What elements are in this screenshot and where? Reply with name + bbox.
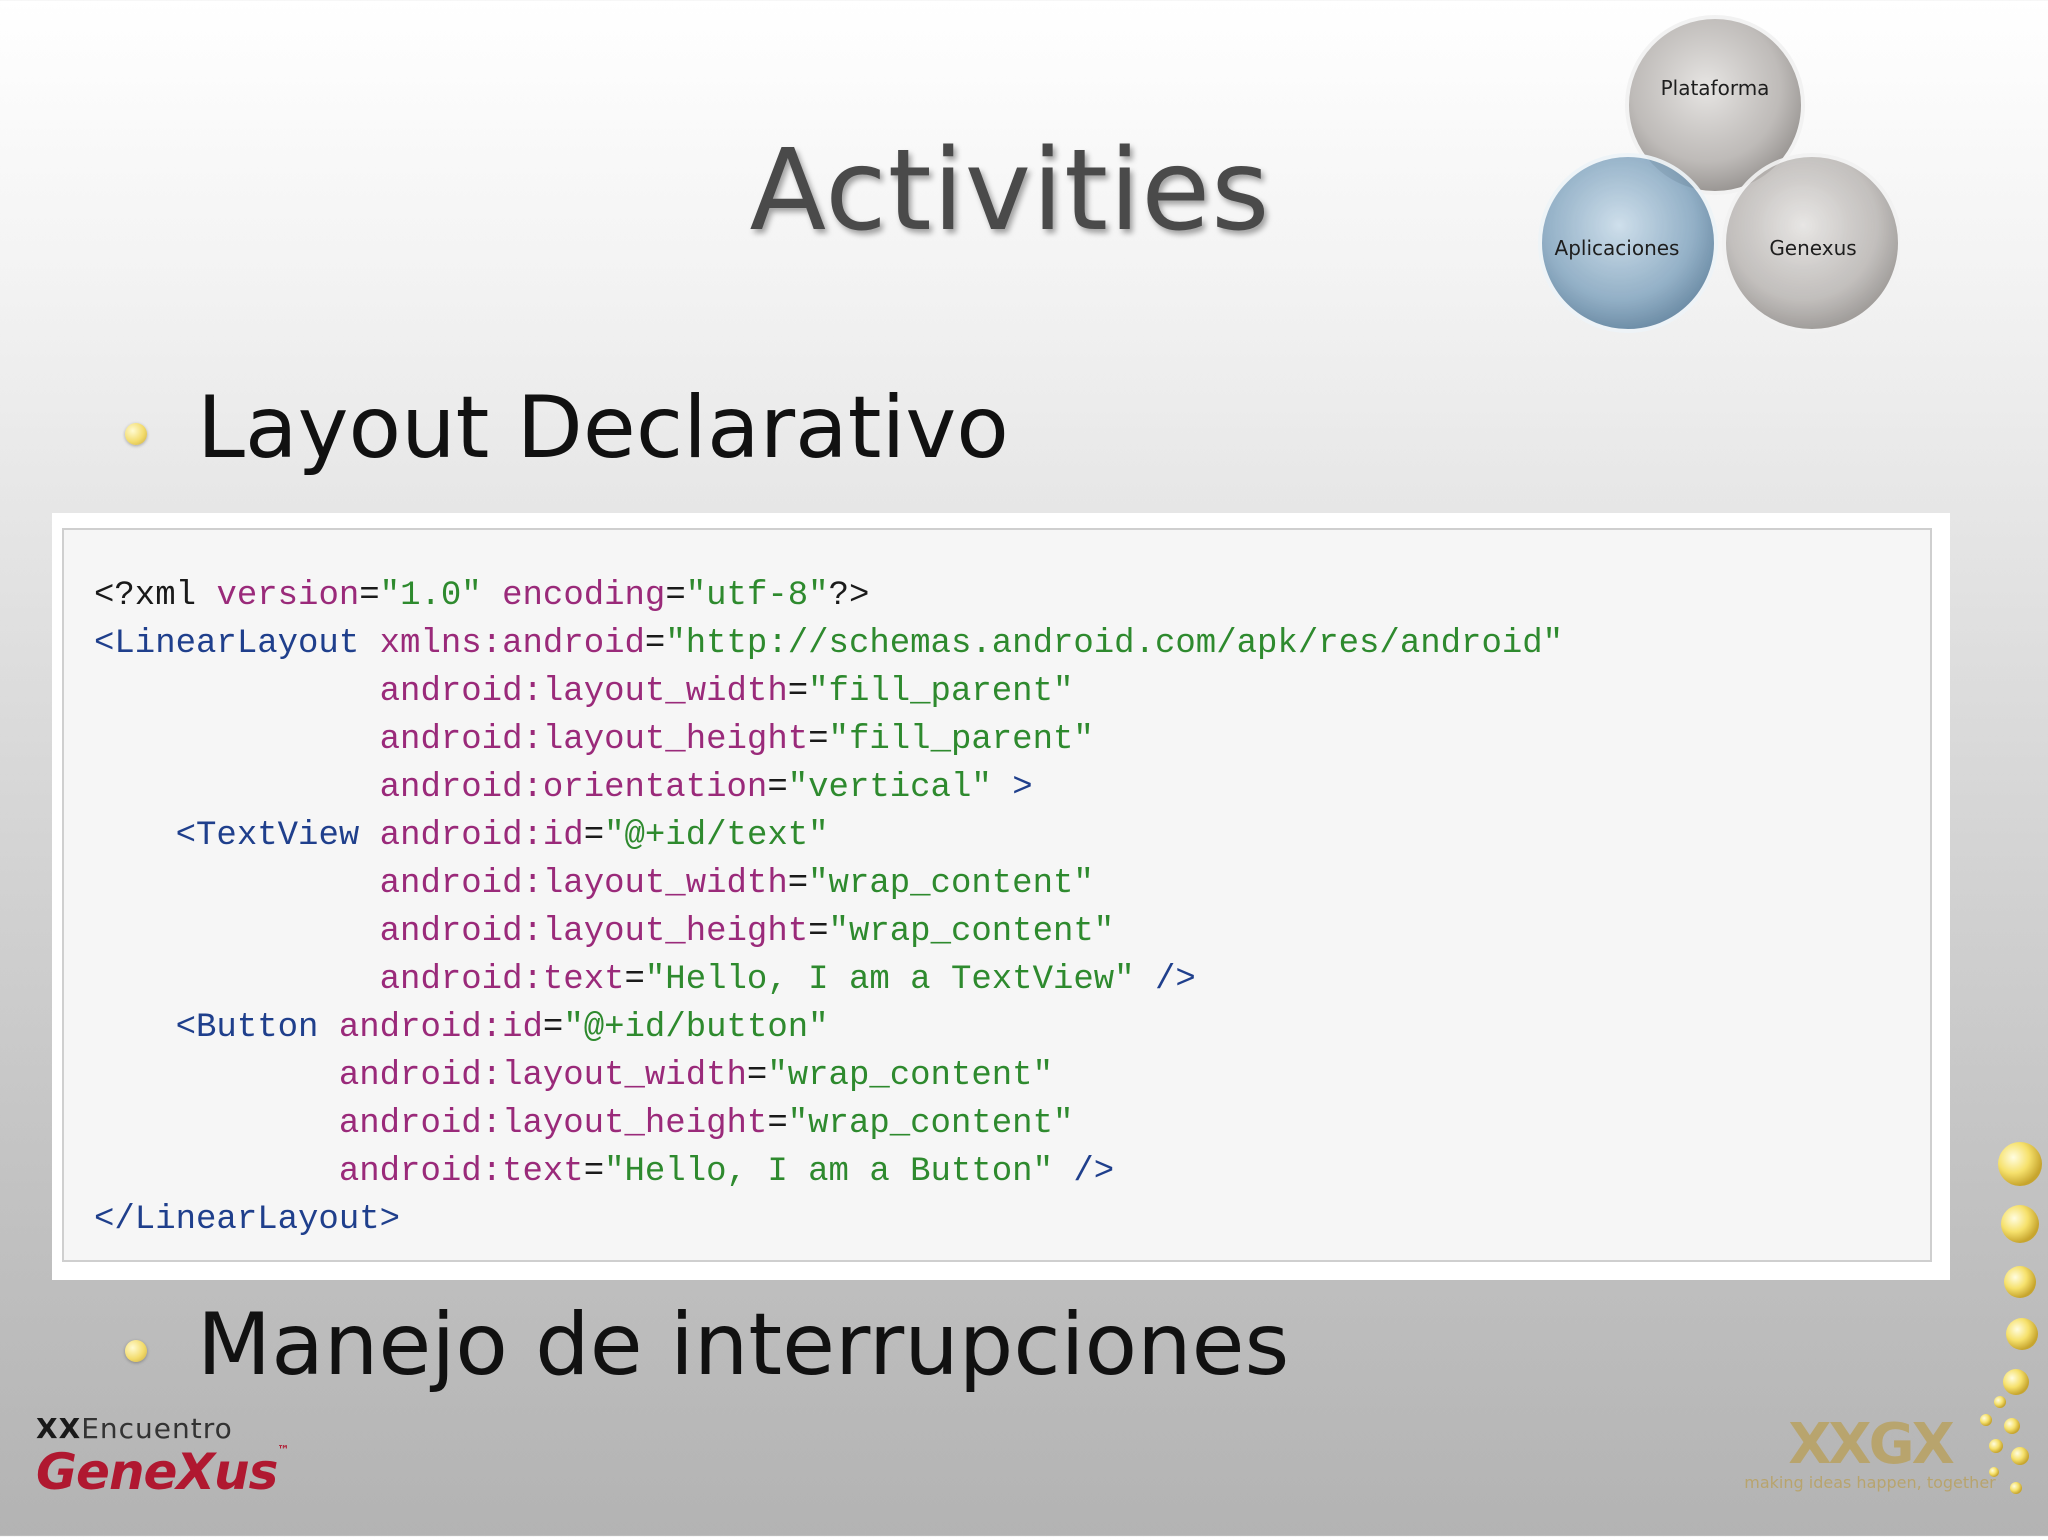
venn-diagram: Plataforma Aplicaciones Genexus xyxy=(1520,0,1902,360)
bullet-item-layout: Layout Declarativo xyxy=(125,378,1009,478)
bullet-dot-icon xyxy=(125,1340,147,1362)
logo-prefix: XX xyxy=(36,1412,82,1445)
deco-dot xyxy=(2004,1266,2036,1298)
bullet-dot-icon xyxy=(125,423,147,445)
code-block: <?xml version="1.0" encoding="utf-8"?> <… xyxy=(94,572,1563,1244)
logo-brand: GeneXus xyxy=(36,1443,278,1501)
code-line: android:layout_width="wrap_content" xyxy=(338,1057,1053,1095)
bullet-item-interrupciones: Manejo de interrupciones xyxy=(125,1295,1289,1395)
deco-dot xyxy=(1980,1414,1992,1426)
venn-label-genexus: Genexus xyxy=(1769,236,1857,260)
code-line: <Button android:id="@+id/button" xyxy=(175,1009,829,1047)
deco-dot xyxy=(2001,1205,2039,1243)
code-box: <?xml version="1.0" encoding="utf-8"?> <… xyxy=(62,528,1932,1262)
bullet-text: Manejo de interrupciones xyxy=(197,1295,1290,1395)
deco-dot xyxy=(1989,1439,2003,1453)
code-panel: <?xml version="1.0" encoding="utf-8"?> <… xyxy=(52,513,1950,1280)
logo-event: Encuentro xyxy=(81,1412,233,1445)
deco-dot xyxy=(2011,1447,2029,1465)
code-line: </LinearLayout> xyxy=(94,1201,401,1239)
deco-dot xyxy=(1989,1467,1999,1477)
code-line: android:orientation="vertical" > xyxy=(379,769,1033,807)
code-line: android:layout_height="fill_parent" xyxy=(379,721,1094,759)
decorative-dots-icon xyxy=(1980,1142,2042,1494)
venn-circles xyxy=(1538,15,1902,333)
venn-label-plataforma: Plataforma xyxy=(1660,76,1770,100)
code-line: android:text="Hello, I am a TextView" /> xyxy=(379,961,1196,999)
code-line: <LinearLayout xmlns:android="http://sche… xyxy=(94,625,1564,663)
code-line: android:text="Hello, I am a Button" /> xyxy=(338,1153,1115,1191)
decorative-dots xyxy=(1960,1120,2048,1536)
bullet-text: Layout Declarativo xyxy=(197,378,1009,478)
code-line: android:layout_height="wrap_content" xyxy=(338,1105,1074,1143)
code-line: <?xml version="1.0" encoding="utf-8"?> xyxy=(94,577,870,615)
deco-dot xyxy=(2006,1318,2038,1350)
deco-dot xyxy=(2010,1482,2022,1494)
venn-label-aplicaciones: Aplicaciones xyxy=(1554,236,1680,260)
code-line: android:layout_width="fill_parent" xyxy=(379,673,1074,711)
code-line: android:layout_width="wrap_content" xyxy=(379,865,1094,903)
code-line: <TextView android:id="@+id/text" xyxy=(175,817,829,855)
deco-dot xyxy=(2004,1418,2020,1434)
deco-dot xyxy=(1994,1396,2006,1408)
deco-dot xyxy=(2003,1369,2029,1395)
logo-trademark: ™ xyxy=(277,1443,289,1457)
genexus-event-logo: XXEncuentro GeneXus™ xyxy=(36,1412,289,1501)
deco-dot xyxy=(1998,1142,2042,1186)
code-line: android:layout_height="wrap_content" xyxy=(379,913,1115,951)
